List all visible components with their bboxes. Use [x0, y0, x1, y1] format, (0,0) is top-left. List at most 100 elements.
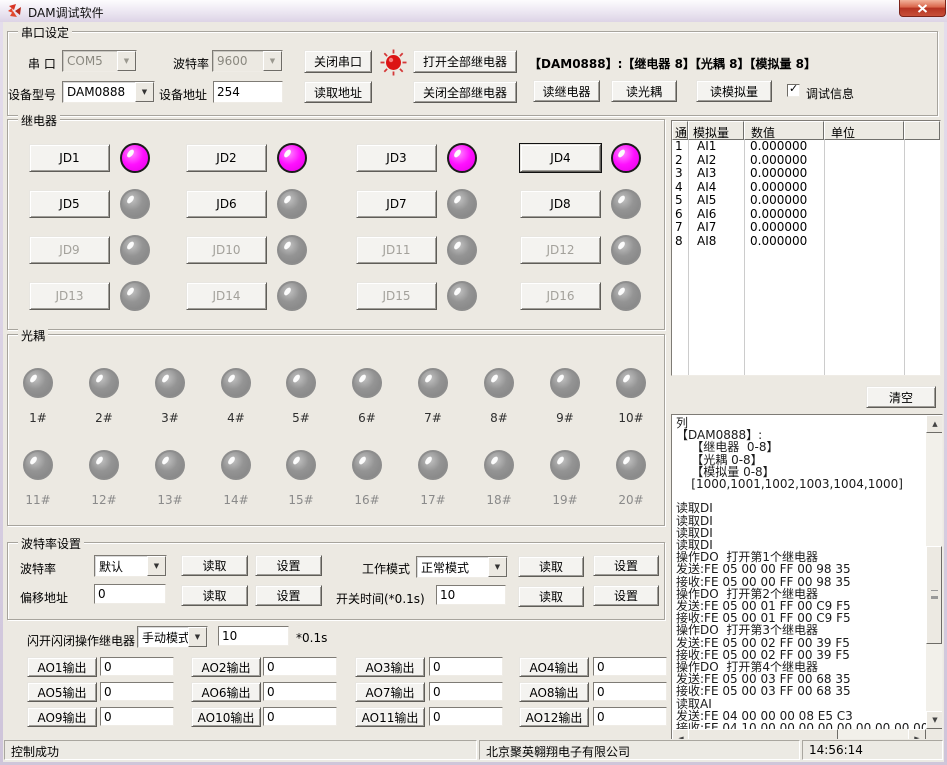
log-vertical-scrollbar[interactable]: ▲ ▼	[926, 415, 942, 729]
workmode-select[interactable]: 正常模式 ▼	[416, 556, 508, 578]
ao2-output-button[interactable]: AO2输出	[191, 657, 261, 677]
ao5-output-input[interactable]	[100, 682, 174, 701]
col-header-unit[interactable]: 单位	[824, 121, 904, 140]
chevron-down-icon[interactable]: ▼	[117, 51, 136, 71]
ao11-output-input[interactable]	[429, 707, 503, 726]
ao4-output-input[interactable]	[593, 657, 667, 676]
table-row[interactable]: 2AI20.000000	[672, 154, 940, 168]
relay-button-jd10[interactable]: JD10	[186, 236, 267, 264]
chevron-down-icon[interactable]: ▼	[147, 556, 166, 576]
baud-setting-select[interactable]: 默认 ▼	[94, 555, 167, 577]
ao1-output-input[interactable]	[100, 657, 174, 676]
table-row[interactable]: 8AI80.000000	[672, 235, 940, 249]
ao1-output-button[interactable]: AO1输出	[27, 657, 97, 677]
debug-info-checkbox[interactable]	[787, 84, 800, 97]
opto-led-5	[286, 368, 316, 398]
table-row[interactable]: 5AI50.000000	[672, 194, 940, 208]
table-row[interactable]: 3AI30.000000	[672, 167, 940, 181]
chevron-down-icon[interactable]: ▼	[488, 557, 507, 577]
ao12-output-input[interactable]	[593, 707, 667, 726]
ao9-output-input[interactable]	[100, 707, 174, 726]
titlebar[interactable]: DAM调试软件	[0, 0, 947, 23]
chevron-down-icon[interactable]: ▼	[263, 51, 282, 71]
ao5-output-button[interactable]: AO5输出	[27, 682, 97, 702]
ao2-output-input[interactable]	[263, 657, 337, 676]
close-serial-button[interactable]: 关闭串口	[304, 50, 372, 73]
ao8-output-button[interactable]: AO8输出	[519, 682, 589, 702]
relay-button-jd7[interactable]: JD7	[356, 190, 437, 218]
relay-button-jd11[interactable]: JD11	[356, 236, 437, 264]
ao12-output-button[interactable]: AO12输出	[519, 707, 589, 727]
offset-set-button[interactable]: 设置	[255, 585, 322, 606]
baud-set-button[interactable]: 设置	[255, 555, 322, 576]
table-row[interactable]: 4AI40.000000	[672, 181, 940, 195]
table-row[interactable]: 1AI10.000000	[672, 140, 940, 154]
relay-button-jd2[interactable]: JD2	[186, 144, 267, 172]
table-row[interactable]: 6AI60.000000	[672, 208, 940, 222]
relay-button-jd12[interactable]: JD12	[520, 236, 601, 264]
chevron-down-icon[interactable]: ▼	[188, 627, 207, 647]
relay-button-jd16[interactable]: JD16	[520, 282, 601, 310]
col-header-value[interactable]: 数值	[744, 121, 824, 140]
clear-log-button[interactable]: 清空	[866, 386, 936, 408]
workmode-set-button[interactable]: 设置	[593, 555, 659, 576]
relay-button-jd5[interactable]: JD5	[29, 190, 110, 218]
ao6-output-input[interactable]	[263, 682, 337, 701]
relay-button-jd14[interactable]: JD14	[186, 282, 267, 310]
relay-button-jd4[interactable]: JD4	[520, 144, 601, 172]
close-button[interactable]	[899, 0, 946, 17]
debug-log-panel[interactable]: 列 【DAM0888】: 【继电器 0-8】 【光耦 0-8】 【模拟量 0-8…	[671, 414, 943, 745]
col-header-channel[interactable]: 通	[672, 121, 688, 140]
scroll-up-icon[interactable]: ▲	[926, 415, 943, 433]
opto-led-14	[221, 450, 251, 480]
close-all-relays-button[interactable]: 关闭全部继电器	[413, 81, 517, 103]
ao10-output-input[interactable]	[263, 707, 337, 726]
chevron-down-icon[interactable]: ▼	[135, 82, 154, 102]
ao3-output-input[interactable]	[429, 657, 503, 676]
offset-addr-input[interactable]	[94, 584, 166, 604]
relay-group-label: 继电器	[18, 112, 60, 129]
ao11-output-button[interactable]: AO11输出	[355, 707, 425, 727]
col-header-analog[interactable]: 模拟量	[688, 121, 744, 140]
ao8-output-input[interactable]	[593, 682, 667, 701]
switch-time-input[interactable]	[436, 585, 506, 605]
opto-label-9: 9#	[556, 411, 574, 425]
read-addr-button[interactable]: 读取地址	[304, 81, 372, 103]
read-relay-button[interactable]: 读继电器	[533, 80, 600, 102]
offset-read-button[interactable]: 读取	[181, 585, 248, 606]
opto-label-13: 13#	[157, 493, 182, 507]
ao10-output-button[interactable]: AO10输出	[191, 707, 261, 727]
relay-button-jd8[interactable]: JD8	[520, 190, 601, 218]
read-analog-button[interactable]: 读模拟量	[696, 80, 772, 102]
ao9-output-button[interactable]: AO9输出	[27, 707, 97, 727]
relay-button-jd13[interactable]: JD13	[29, 282, 110, 310]
ao6-output-button[interactable]: AO6输出	[191, 682, 261, 702]
device-addr-input[interactable]	[213, 81, 283, 103]
workmode-read-button[interactable]: 读取	[518, 556, 584, 577]
flash-time-input[interactable]	[218, 626, 289, 646]
relay-button-jd1[interactable]: JD1	[29, 144, 110, 172]
read-opto-button[interactable]: 读光耦	[611, 80, 677, 102]
switch-time-read-button[interactable]: 读取	[518, 586, 584, 607]
scroll-down-icon[interactable]: ▼	[926, 711, 943, 729]
opto-led-2	[89, 368, 119, 398]
ao4-output-button[interactable]: AO4输出	[519, 657, 589, 677]
open-all-relays-button[interactable]: 打开全部继电器	[413, 50, 517, 73]
relay-button-jd15[interactable]: JD15	[356, 282, 437, 310]
serial-port-select[interactable]: COM5 ▼	[62, 50, 137, 72]
flash-mode-select[interactable]: 手动模式 ▼	[137, 626, 208, 648]
ao7-output-button[interactable]: AO7输出	[355, 682, 425, 702]
ao3-output-button[interactable]: AO3输出	[355, 657, 425, 677]
opto-led-17	[418, 450, 448, 480]
scrollbar-thumb[interactable]	[926, 546, 942, 644]
table-row[interactable]: 7AI70.000000	[672, 221, 940, 235]
ao7-output-input[interactable]	[429, 682, 503, 701]
baud-read-button[interactable]: 读取	[181, 555, 248, 576]
device-model-select[interactable]: DAM0888 ▼	[62, 81, 155, 103]
baud-select[interactable]: 9600 ▼	[212, 50, 283, 72]
relay-button-jd6[interactable]: JD6	[186, 190, 267, 218]
switch-time-set-button[interactable]: 设置	[593, 585, 659, 606]
opto-led-8	[484, 368, 514, 398]
relay-button-jd3[interactable]: JD3	[356, 144, 437, 172]
relay-button-jd9[interactable]: JD9	[29, 236, 110, 264]
